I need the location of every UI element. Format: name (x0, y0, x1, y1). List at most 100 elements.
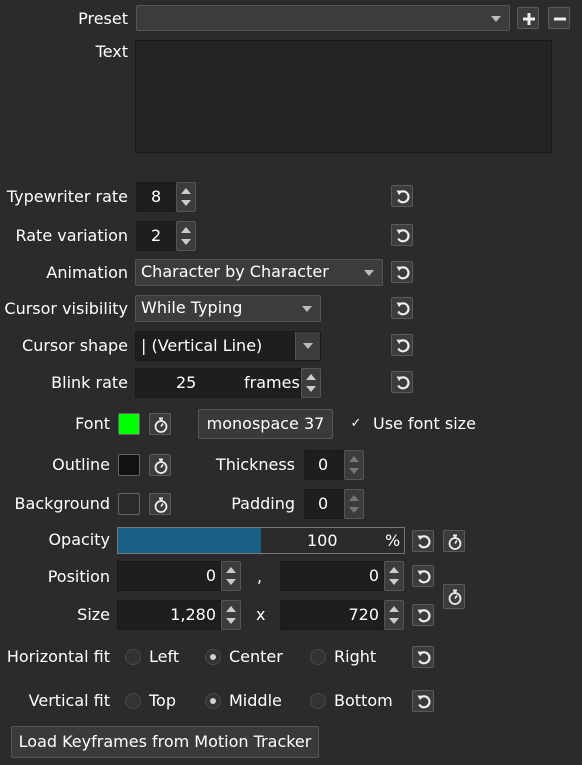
size-label: Size (77, 605, 110, 624)
font-keyframe-button[interactable] (149, 413, 171, 435)
position-separator: , (257, 567, 263, 586)
position-y-stepper[interactable] (384, 561, 404, 591)
animation-reset-button[interactable] (391, 261, 413, 283)
use-font-size-label: Use font size (373, 414, 476, 433)
vertical-fit-top-radio[interactable] (125, 693, 141, 709)
typewriter-rate-label: Typewriter rate (6, 187, 128, 206)
text-label: Text (95, 42, 128, 61)
reset-icon (394, 300, 412, 318)
rect-keyframe-button[interactable] (443, 584, 465, 609)
font-color-swatch[interactable] (118, 413, 140, 435)
opacity-reset-button[interactable] (412, 530, 434, 552)
thickness-label: Thickness (215, 455, 295, 474)
chevron-down-icon (303, 343, 313, 349)
reset-icon (415, 649, 433, 667)
opacity-slider[interactable]: 100 % (117, 527, 405, 554)
typewriter-rate-stepper[interactable] (176, 182, 196, 212)
cursor-shape-combo[interactable]: | (Vertical Line) (135, 331, 321, 361)
outline-label: Outline (52, 455, 110, 474)
vertical-fit-middle-label: Middle (229, 691, 282, 710)
vertical-fit-bottom-radio[interactable] (310, 693, 326, 709)
thickness-input[interactable]: 0 (304, 450, 344, 480)
horizontal-fit-left-radio[interactable] (125, 649, 141, 665)
position-y-input[interactable]: 0 (280, 561, 384, 591)
size-width-input[interactable]: 1,280 (117, 600, 221, 630)
position-x-stepper[interactable] (221, 561, 241, 591)
size-height-stepper[interactable] (384, 600, 404, 630)
position-label: Position (47, 567, 110, 586)
background-keyframe-button[interactable] (149, 493, 171, 515)
reset-icon (394, 188, 412, 206)
blink-rate-reset-button[interactable] (391, 371, 413, 393)
preset-label: Preset (78, 9, 128, 28)
stopwatch-icon (446, 588, 464, 606)
reset-icon (394, 264, 412, 282)
horizontal-fit-reset-button[interactable] (412, 646, 434, 668)
thickness-value: 0 (318, 455, 329, 474)
cursor-visibility-value: While Typing (141, 298, 243, 317)
size-width-stepper[interactable] (221, 600, 241, 630)
reset-icon (415, 533, 433, 551)
cursor-visibility-label: Cursor visibility (4, 299, 128, 318)
remove-preset-button[interactable] (548, 7, 570, 29)
preset-combo[interactable] (136, 5, 510, 31)
blink-rate-value: 25 (176, 373, 197, 392)
font-select-button[interactable]: monospace 37 (198, 409, 333, 439)
thickness-stepper[interactable] (344, 450, 364, 480)
reset-icon (394, 337, 412, 355)
opacity-keyframe-button[interactable] (443, 530, 465, 552)
stopwatch-icon (446, 533, 464, 551)
outline-color-swatch[interactable] (118, 454, 140, 476)
blink-rate-label: Blink rate (51, 373, 128, 392)
rate-variation-input[interactable]: 2 (136, 221, 176, 251)
position-x-value: 0 (205, 566, 216, 585)
animation-label: Animation (46, 263, 128, 282)
vertical-fit-bottom-label: Bottom (334, 691, 393, 710)
vertical-fit-reset-button[interactable] (412, 690, 434, 712)
animation-value: Character by Character (141, 262, 329, 281)
horizontal-fit-right-radio[interactable] (310, 649, 326, 665)
padding-value: 0 (318, 494, 329, 513)
background-label: Background (14, 494, 110, 513)
horizontal-fit-label: Horizontal fit (6, 647, 110, 666)
reset-icon (415, 568, 433, 586)
rate-variation-value: 2 (151, 226, 162, 245)
stopwatch-icon (152, 496, 170, 514)
blink-rate-stepper[interactable] (301, 368, 321, 398)
animation-combo[interactable]: Character by Character (135, 259, 383, 286)
position-y-value: 0 (368, 566, 379, 585)
size-height-input[interactable]: 720 (280, 600, 384, 630)
background-color-swatch[interactable] (118, 493, 140, 515)
stopwatch-icon (152, 457, 170, 475)
cursor-shape-label: Cursor shape (22, 336, 128, 355)
padding-stepper[interactable] (344, 489, 364, 519)
cursor-visibility-combo[interactable]: While Typing (135, 295, 321, 322)
vertical-fit-middle-radio[interactable] (205, 693, 221, 709)
rate-variation-stepper[interactable] (176, 221, 196, 251)
size-reset-button[interactable] (412, 604, 434, 626)
typewriter-rate-reset-button[interactable] (391, 185, 413, 207)
add-preset-button[interactable] (517, 7, 539, 29)
text-area[interactable] (135, 40, 552, 153)
outline-keyframe-button[interactable] (149, 454, 171, 476)
rate-variation-reset-button[interactable] (391, 224, 413, 246)
reset-icon (394, 227, 412, 245)
opacity-fill (118, 528, 261, 553)
horizontal-fit-center-label: Center (229, 647, 283, 666)
cursor-shape-dropdown-button[interactable] (295, 332, 320, 360)
load-keyframes-button[interactable]: Load Keyframes from Motion Tracker (11, 726, 319, 758)
padding-input[interactable]: 0 (304, 489, 344, 519)
cursor-shape-reset-button[interactable] (391, 334, 413, 356)
padding-label: Padding (231, 494, 295, 513)
use-font-size-checkbox[interactable]: ✓ (348, 416, 364, 432)
typewriter-rate-input[interactable]: 8 (136, 182, 176, 212)
size-separator: x (256, 605, 266, 624)
position-reset-button[interactable] (412, 565, 434, 587)
position-x-input[interactable]: 0 (117, 561, 221, 591)
minus-icon (554, 17, 566, 21)
stopwatch-icon (152, 416, 170, 434)
reset-icon (415, 607, 433, 625)
horizontal-fit-center-radio[interactable] (205, 649, 221, 665)
blink-rate-input[interactable]: 25 frames (135, 368, 301, 398)
cursor-visibility-reset-button[interactable] (391, 297, 413, 319)
